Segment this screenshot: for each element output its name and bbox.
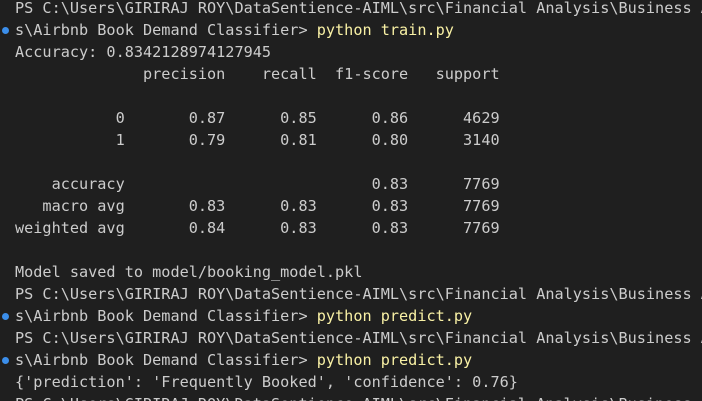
- prompt-line: PS C:\Users\GIRIRAJ ROY\DataSentience-AI…: [15, 0, 702, 17]
- command-decoration-dot-icon[interactable]: [2, 357, 9, 364]
- terminal-panel[interactable]: PS C:\Users\GIRIRAJ ROY\DataSentience-AI…: [0, 0, 702, 401]
- prompt-line: PS C:\Users\GIRIRAJ ROY\DataSentience-AI…: [15, 285, 702, 303]
- command-text: python train.py: [316, 21, 454, 39]
- report-row-class-1: 1 0.79 0.81 0.80 3140: [15, 131, 500, 149]
- prompt-path: s\Airbnb Book Demand Classifier>: [15, 21, 317, 39]
- command-text: python predict.py: [316, 351, 473, 369]
- command-line: s\Airbnb Book Demand Classifier> python …: [15, 19, 454, 41]
- report-row-weighted-avg: weighted avg 0.84 0.83 0.83 7769: [15, 219, 500, 237]
- model-saved-output: Model saved to model/booking_model.pkl: [15, 263, 363, 281]
- report-row-macro-avg: macro avg 0.83 0.83 0.83 7769: [15, 197, 500, 215]
- prompt-line: PS C:\Users\GIRIRAJ ROY\DataSentience-AI…: [15, 393, 702, 401]
- report-header: precision recall f1-score support: [15, 65, 500, 83]
- command-line: s\Airbnb Book Demand Classifier> python …: [15, 305, 472, 327]
- command-text: python predict.py: [316, 307, 473, 325]
- command-decoration-dot-icon[interactable]: [2, 27, 9, 34]
- command-decoration-dot-icon[interactable]: [2, 313, 9, 320]
- prediction-output: {'prediction': 'Frequently Booked', 'con…: [15, 373, 518, 391]
- prompt-path: s\Airbnb Book Demand Classifier>: [15, 351, 317, 369]
- prompt-path: s\Airbnb Book Demand Classifier>: [15, 307, 317, 325]
- prompt-line: PS C:\Users\GIRIRAJ ROY\DataSentience-AI…: [15, 329, 702, 347]
- report-row-class-0: 0 0.87 0.85 0.86 4629: [15, 109, 500, 127]
- accuracy-output: Accuracy: 0.8342128974127945: [15, 43, 272, 61]
- report-row-accuracy: accuracy 0.83 7769: [15, 175, 500, 193]
- command-line: s\Airbnb Book Demand Classifier> python …: [15, 349, 472, 371]
